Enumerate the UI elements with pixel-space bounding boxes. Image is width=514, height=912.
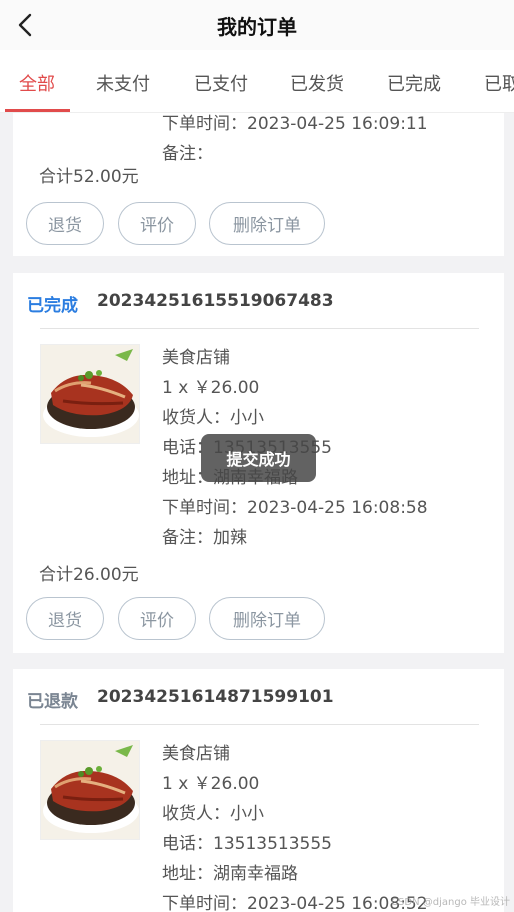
tab-all[interactable]: 全部 [19,70,55,96]
order-details: 下单时间：2023-04-25 16:09:11 备注： [162,113,428,169]
tab-unpaid[interactable]: 未支付 [96,70,150,96]
order-total: 合计26.00元 [39,565,139,585]
delete-order-button[interactable]: 删除订单 [209,202,325,245]
receiver: 收货人：小小 [162,408,264,428]
store-name: 美食店铺 [162,744,230,764]
divider [40,724,479,725]
tab-paid[interactable]: 已支付 [194,70,248,96]
delete-order-button[interactable]: 删除订单 [209,597,325,640]
order-status: 已退款 [27,692,78,712]
address: 地址：湖南幸福路 [162,864,298,884]
receiver: 收货人：小小 [162,804,264,824]
quantity-price: 1 x ￥26.00 [162,378,260,398]
food-image-icon [41,741,139,839]
order-total: 合计52.00元 [39,167,139,187]
order-time: 下单时间：2023-04-25 16:08:58 [162,498,428,518]
food-image-icon [41,345,139,443]
divider [40,328,479,329]
order-note: 备注： [162,144,213,164]
review-button[interactable]: 评价 [118,202,196,245]
order-status: 已完成 [27,296,78,316]
toast-message: 提交成功 [201,434,316,482]
phone: 电话：13513513555 [162,834,332,854]
order-card: 已退款 20234251614871599101 美食店铺 1 x ￥26.00… [13,669,504,912]
review-button[interactable]: 评价 [118,597,196,640]
order-tabs: 全部 未支付 已支付 已发货 已完成 已取 [0,50,514,113]
order-number[interactable]: 20234251614871599101 [97,687,334,707]
order-time: 下单时间：2023-04-25 16:09:11 [162,114,428,134]
active-tab-indicator [5,109,70,112]
store-name: 美食店铺 [162,348,230,368]
tab-shipped[interactable]: 已发货 [290,70,344,96]
quantity-price: 1 x ￥26.00 [162,774,260,794]
order-list[interactable]: 下单时间：2023-04-25 16:09:11 备注： 合计52.00元 退货… [0,113,514,912]
return-button[interactable]: 退货 [26,597,104,640]
page-title: 我的订单 [217,15,297,39]
order-details: 美食店铺 1 x ￥26.00 收货人：小小 电话：13513513555 地址… [162,739,428,912]
order-card: 下单时间：2023-04-25 16:09:11 备注： 合计52.00元 退货… [13,113,504,256]
order-number[interactable]: 20234251615519067483 [97,291,334,311]
product-image[interactable] [40,344,140,444]
order-time: 下单时间：2023-04-25 16:08:52 [162,894,428,912]
top-bar: 我的订单 [0,0,514,50]
tab-cancelled[interactable]: 已取 [484,70,514,96]
tab-completed[interactable]: 已完成 [387,70,441,96]
return-button[interactable]: 退货 [26,202,104,245]
watermark: CSDN @django 毕业设计 [391,897,510,908]
order-note: 备注：加辣 [162,528,247,548]
product-image[interactable] [40,740,140,840]
